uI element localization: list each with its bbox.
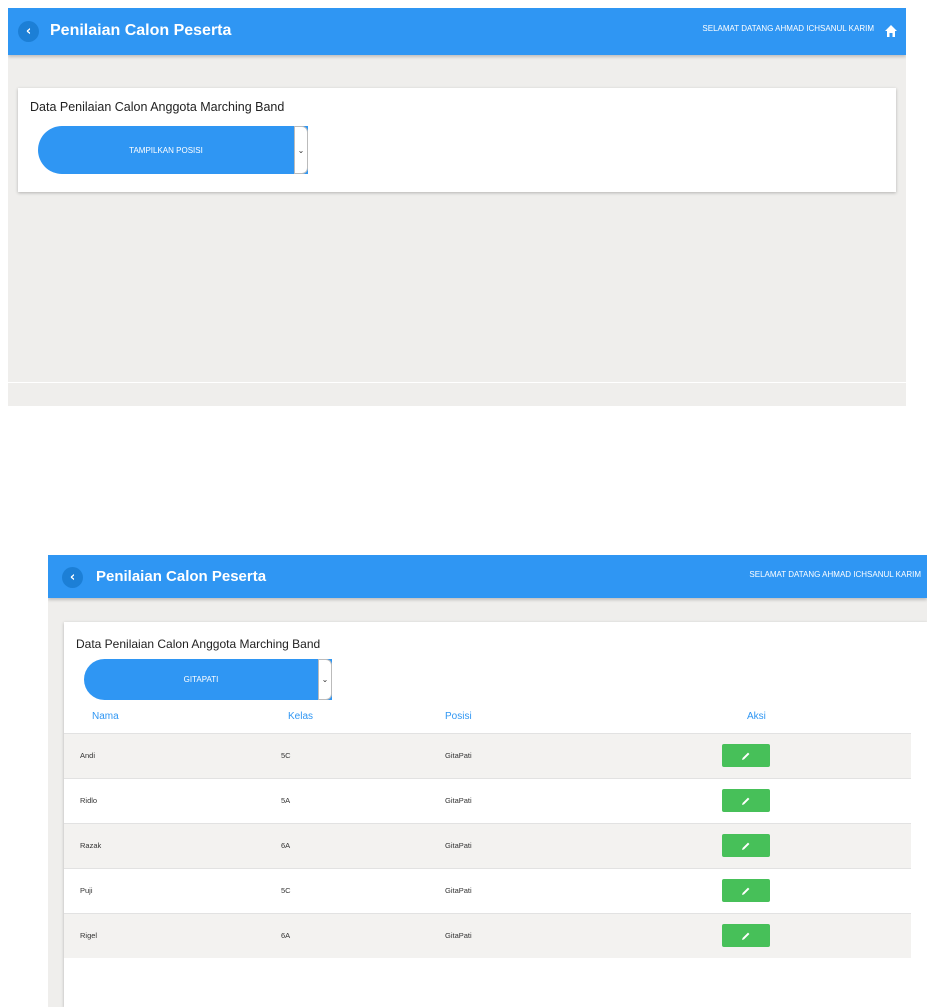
- chevron-down-icon[interactable]: ⌄: [318, 659, 332, 700]
- cell-nama: Razak: [80, 841, 102, 850]
- pencil-icon: [742, 752, 750, 760]
- welcome-text: SELAMAT DATANG AHMAD ICHSANUL KARIM: [702, 24, 874, 33]
- screen-results: ‹ Penilaian Calon Peserta SELAMAT DATANG…: [48, 555, 927, 1007]
- column-header-kelas: Kelas: [288, 711, 314, 722]
- cell-nama: Puji: [80, 886, 93, 895]
- home-icon[interactable]: [884, 24, 898, 38]
- position-select[interactable]: TAMPILKAN POSISI ⌄: [38, 126, 308, 174]
- pencil-icon: [742, 842, 750, 850]
- table-row: Puji 5C GitaPati: [64, 868, 911, 913]
- app-bar: ‹ Penilaian Calon Peserta SELAMAT DATANG…: [8, 8, 906, 55]
- column-header-posisi: Posisi: [445, 711, 472, 722]
- edit-button[interactable]: [722, 744, 770, 767]
- select-value: GITAPATI: [183, 675, 219, 684]
- back-button[interactable]: ‹: [18, 21, 39, 42]
- table-row: Rigel 6A GitaPati: [64, 913, 911, 958]
- cell-kelas: 6A: [281, 841, 291, 850]
- edit-button[interactable]: [722, 834, 770, 857]
- edit-button[interactable]: [722, 879, 770, 902]
- table-row: Razak 6A GitaPati: [64, 823, 911, 868]
- cell-posisi: GitaPati: [445, 751, 472, 760]
- card-title: Data Penilaian Calon Anggota Marching Ba…: [30, 100, 285, 114]
- cell-kelas: 5C: [281, 886, 291, 895]
- pencil-icon: [742, 887, 750, 895]
- cell-posisi: GitaPati: [445, 796, 472, 805]
- chevron-left-icon: ‹: [25, 24, 32, 39]
- column-header-aksi: Aksi: [747, 711, 766, 722]
- page-title: Penilaian Calon Peserta: [50, 22, 232, 39]
- app-bar: ‹ Penilaian Calon Peserta SELAMAT DATANG…: [48, 555, 927, 598]
- position-select[interactable]: GITAPATI ⌄: [84, 659, 332, 700]
- cell-nama: Rigel: [80, 931, 98, 940]
- pencil-icon: [742, 932, 750, 940]
- cell-kelas: 6A: [281, 931, 291, 940]
- table-row: Ridlo 5A GitaPati: [64, 778, 911, 823]
- cell-posisi: GitaPati: [445, 841, 472, 850]
- page-title: Penilaian Calon Peserta: [96, 568, 267, 585]
- chevron-left-icon: ‹: [69, 570, 76, 585]
- card-title: Data Penilaian Calon Anggota Marching Ba…: [76, 637, 321, 651]
- cell-posisi: GitaPati: [445, 886, 472, 895]
- screen-initial: ‹ Penilaian Calon Peserta SELAMAT DATANG…: [8, 8, 906, 406]
- cell-nama: Andi: [80, 751, 96, 760]
- cell-kelas: 5C: [281, 751, 291, 760]
- cell-nama: Ridlo: [80, 796, 98, 805]
- results-card: Data Penilaian Calon Anggota Marching Ba…: [64, 622, 927, 1007]
- back-button[interactable]: ‹: [62, 567, 83, 588]
- table-row: Andi 5C GitaPati: [64, 733, 911, 778]
- column-header-nama: Nama: [92, 711, 119, 722]
- divider: [8, 382, 906, 383]
- chevron-down-icon[interactable]: ⌄: [294, 126, 308, 174]
- cell-kelas: 5A: [281, 796, 291, 805]
- welcome-text: SELAMAT DATANG AHMAD ICHSANUL KARIM: [749, 570, 921, 579]
- edit-button[interactable]: [722, 924, 770, 947]
- position-card: Data Penilaian Calon Anggota Marching Ba…: [18, 88, 896, 192]
- cell-posisi: GitaPati: [445, 931, 472, 940]
- select-value: TAMPILKAN POSISI: [129, 145, 203, 155]
- pencil-icon: [742, 797, 750, 805]
- edit-button[interactable]: [722, 789, 770, 812]
